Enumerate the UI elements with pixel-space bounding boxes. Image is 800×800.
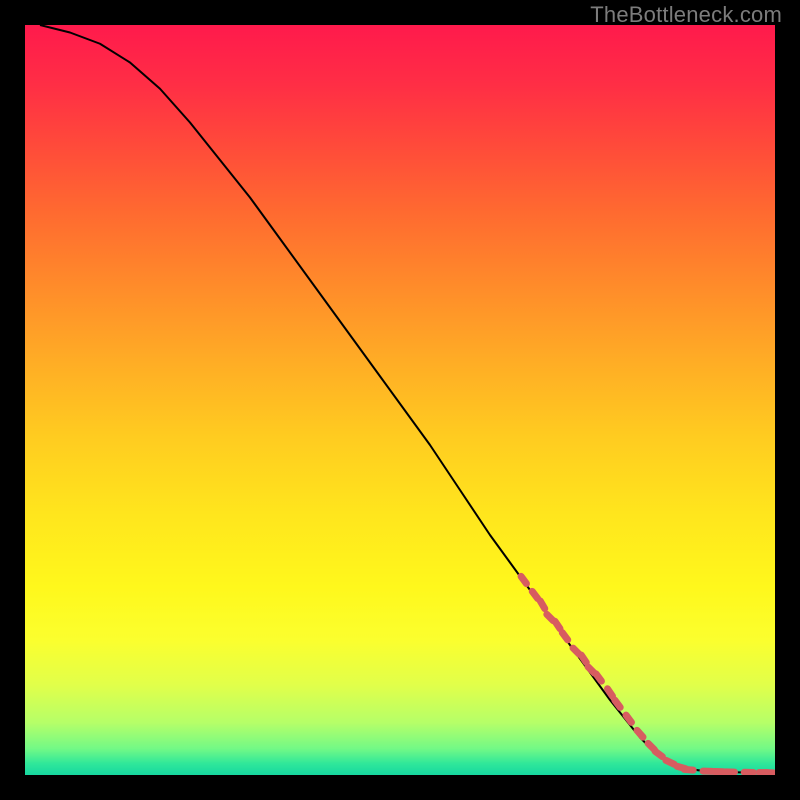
chart-plot bbox=[25, 25, 775, 775]
marker-point bbox=[637, 730, 643, 737]
marker-point bbox=[626, 715, 631, 722]
marker-point bbox=[684, 769, 693, 770]
marker-point bbox=[555, 621, 560, 628]
marker-point bbox=[581, 655, 586, 662]
gradient-background bbox=[25, 25, 775, 775]
marker-point bbox=[596, 674, 601, 681]
marker-point bbox=[608, 689, 613, 696]
marker-point bbox=[532, 591, 537, 598]
marker-point bbox=[562, 633, 567, 640]
chart-svg bbox=[25, 25, 775, 775]
marker-point bbox=[540, 601, 545, 609]
marker-point bbox=[666, 760, 674, 764]
marker-point bbox=[615, 700, 620, 707]
marker-point bbox=[655, 751, 662, 756]
chart-stage: TheBottleneck.com bbox=[0, 0, 800, 800]
marker-point bbox=[521, 576, 526, 583]
